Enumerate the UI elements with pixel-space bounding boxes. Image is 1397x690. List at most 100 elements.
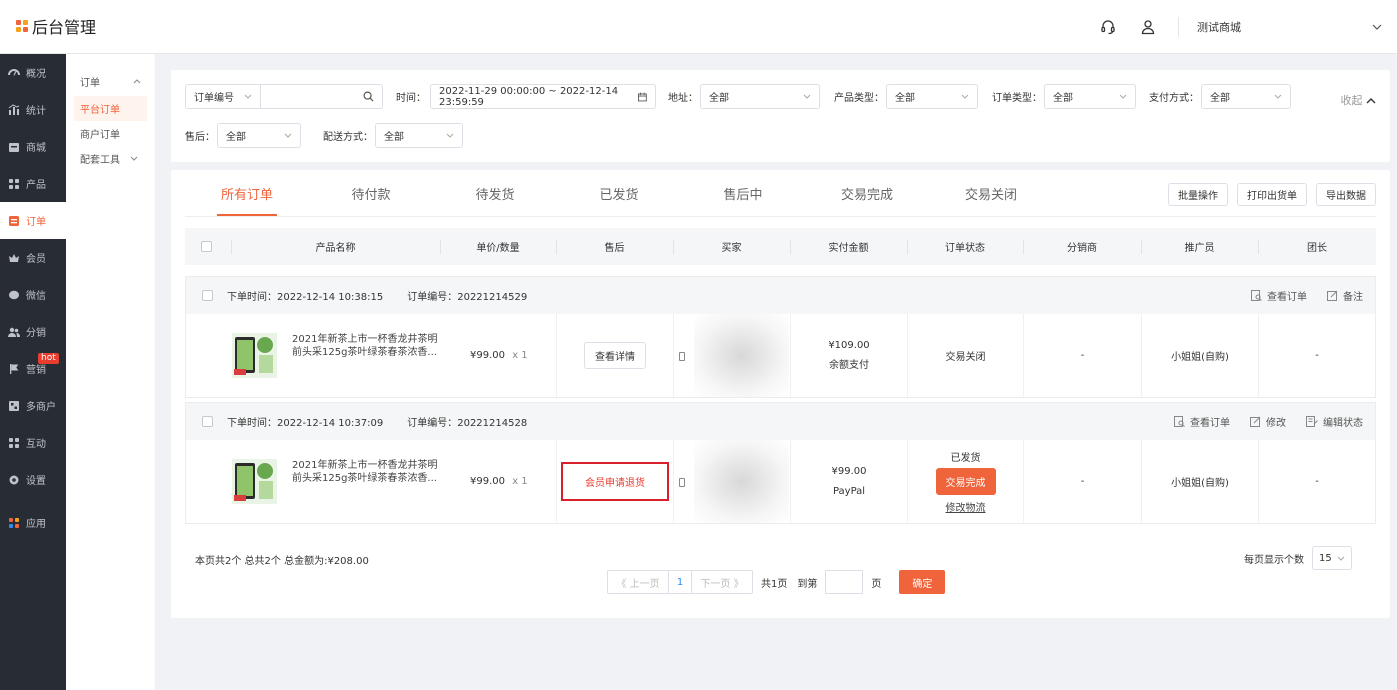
- tab-pending-shipment[interactable]: 待发货: [433, 170, 557, 216]
- edit-status-link[interactable]: 编辑状态: [1306, 414, 1363, 429]
- remark-link[interactable]: 备注: [1327, 288, 1363, 303]
- hot-badge: hot: [38, 353, 59, 364]
- sidebar-item-label: 统计: [26, 106, 46, 117]
- submenu-item-merchant-orders[interactable]: 商户订单: [66, 121, 155, 146]
- aftersale-select[interactable]: 全部: [217, 123, 301, 148]
- chevron-up-icon: [1366, 98, 1376, 104]
- tab-shipped[interactable]: 已发货: [557, 170, 681, 216]
- page-size-select[interactable]: 15: [1312, 546, 1352, 570]
- tab-pending-payment[interactable]: 待付款: [309, 170, 433, 216]
- sidebar-item-settings[interactable]: 设置: [0, 461, 66, 498]
- order-status-tabs: 所有订单 待付款 待发货 已发货 售后中 交易完成 交易关闭: [185, 170, 1053, 216]
- wechat-icon: [9, 290, 19, 299]
- payment-select[interactable]: 全部: [1201, 84, 1291, 109]
- view-details-button[interactable]: 查看详情: [584, 342, 646, 369]
- search-icon[interactable]: [363, 91, 374, 102]
- order-type-select[interactable]: 全部: [1044, 84, 1136, 109]
- order-time: 下单时间：2022-12-14 10:37:09: [227, 418, 384, 429]
- select-all-cell: [185, 228, 231, 265]
- batch-operation-button[interactable]: 批量操作: [1168, 183, 1228, 206]
- sidebar-item-apps[interactable]: 应用: [0, 504, 66, 541]
- support-headset-icon[interactable]: [1088, 0, 1128, 54]
- leader-value: -: [1315, 350, 1319, 361]
- collapse-filters-link[interactable]: 收起: [1341, 92, 1377, 108]
- sidebar-item-distribution[interactable]: 分销: [0, 313, 66, 350]
- delivery-label: 配送方式：: [323, 132, 373, 143]
- order-field-select[interactable]: 订单编号: [185, 84, 261, 109]
- view-order-link[interactable]: 查看订单: [1251, 288, 1307, 303]
- shop-name[interactable]: 测试商城: [1197, 19, 1357, 35]
- sidebar-item-members[interactable]: 会员: [0, 239, 66, 276]
- product-image[interactable]: [232, 459, 277, 504]
- sidebar-item-label: 微信: [26, 291, 46, 302]
- product-type-select[interactable]: 全部: [886, 84, 978, 109]
- sidebar-item-mall[interactable]: 商城: [0, 128, 66, 165]
- page-size-value: 15: [1319, 552, 1332, 564]
- tab-completed[interactable]: 交易完成: [805, 170, 929, 216]
- modify-label: 修改: [1266, 418, 1286, 429]
- order-time: 下单时间：2022-12-14 10:38:15: [227, 292, 384, 303]
- chevron-down-icon[interactable]: [1357, 24, 1397, 30]
- leader-value: -: [1315, 476, 1319, 487]
- address-label: 地址：: [668, 93, 698, 104]
- sidebar-item-orders[interactable]: 订单: [0, 202, 66, 239]
- sidebar-item-label: 会员: [26, 254, 46, 265]
- time-filter: 时间： 2022-11-29 00:00:00 ~ 2022-12-14 23:…: [396, 84, 656, 109]
- member-refund-request-link[interactable]: 会员申请退货: [561, 462, 669, 501]
- submenu-item-platform-orders[interactable]: 平台订单: [74, 96, 147, 121]
- app-logo[interactable]: 后台管理: [16, 14, 96, 38]
- top-right-tools: 测试商城: [1088, 0, 1397, 54]
- order-checkbox[interactable]: [202, 290, 213, 301]
- print-shipping-button[interactable]: 打印出货单: [1237, 183, 1307, 206]
- paid-amount: ¥109.00: [828, 339, 870, 351]
- order-search-input[interactable]: [261, 84, 383, 109]
- goto-confirm-button[interactable]: 确定: [899, 570, 946, 594]
- view-order-link[interactable]: 查看订单: [1174, 414, 1230, 429]
- time-range-picker[interactable]: 2022-11-29 00:00:00 ~ 2022-12-14 23:59:5…: [430, 84, 656, 109]
- export-data-button[interactable]: 导出数据: [1316, 183, 1376, 206]
- delivery-select[interactable]: 全部: [375, 123, 463, 148]
- chevron-down-icon: [803, 94, 811, 99]
- phone-icon: [679, 352, 685, 361]
- col-distributor: 分销商: [1023, 228, 1141, 265]
- product-price-qty: ¥99.00 x 1: [470, 350, 528, 361]
- phone-icon: [679, 478, 685, 487]
- product-image[interactable]: [232, 333, 277, 378]
- submenu-group-tools[interactable]: 配套工具: [66, 146, 155, 171]
- delivery-filter: 配送方式： 全部: [323, 123, 463, 148]
- sidebar-item-stats[interactable]: 统计: [0, 91, 66, 128]
- amount-cell: ¥99.00 PayPal: [791, 440, 908, 523]
- complete-transaction-button[interactable]: 交易完成: [935, 468, 996, 495]
- chart-icon: [8, 103, 20, 115]
- modify-logistics-link[interactable]: 修改物流: [946, 499, 986, 514]
- user-icon[interactable]: [1128, 0, 1168, 54]
- modify-link[interactable]: 修改: [1250, 414, 1286, 429]
- sidebar-item-label: 互动: [26, 439, 46, 450]
- product-name[interactable]: 2021年新茶上市一杯香龙井茶明前头采125g茶叶绿茶春茶浓香...: [292, 333, 442, 359]
- select-all-checkbox[interactable]: [201, 241, 212, 252]
- crown-icon: [9, 253, 19, 262]
- order-checkbox[interactable]: [202, 416, 213, 427]
- sidebar-item-wechat[interactable]: 微信: [0, 276, 66, 313]
- product-name[interactable]: 2021年新茶上市一杯香龙井茶明前头采125g茶叶绿茶春茶浓香...: [292, 459, 442, 485]
- goto-page-input[interactable]: [825, 570, 864, 594]
- sidebar-item-products[interactable]: 产品: [0, 165, 66, 202]
- address-value: 全部: [709, 93, 729, 104]
- tab-all-orders[interactable]: 所有订单: [185, 170, 309, 216]
- total-pages: 共1页: [761, 578, 788, 590]
- prev-page-button[interactable]: 《 上一页: [607, 570, 669, 594]
- page-number-current[interactable]: 1: [669, 570, 691, 594]
- sidebar-item-marketing[interactable]: hot 营销: [0, 350, 66, 387]
- submenu-group-orders[interactable]: 订单: [66, 66, 155, 96]
- tab-aftersale[interactable]: 售后中: [681, 170, 805, 216]
- order-block: 下单时间：2022-12-14 10:38:15 订单编号：2022121452…: [185, 276, 1376, 398]
- sidebar-item-merchants[interactable]: 多商户: [0, 387, 66, 424]
- address-select[interactable]: 全部: [700, 84, 820, 109]
- next-page-button[interactable]: 下一页 》: [691, 570, 753, 594]
- sidebar-item-interact[interactable]: 互动: [0, 424, 66, 461]
- page-summary: 本页共2个 总共2个 总金额为:¥208.00: [195, 556, 369, 567]
- product-type-label: 产品类型：: [834, 93, 884, 104]
- order-type-label: 订单类型：: [992, 93, 1042, 104]
- sidebar-item-overview[interactable]: 概况: [0, 54, 66, 91]
- tab-closed[interactable]: 交易关闭: [929, 170, 1053, 216]
